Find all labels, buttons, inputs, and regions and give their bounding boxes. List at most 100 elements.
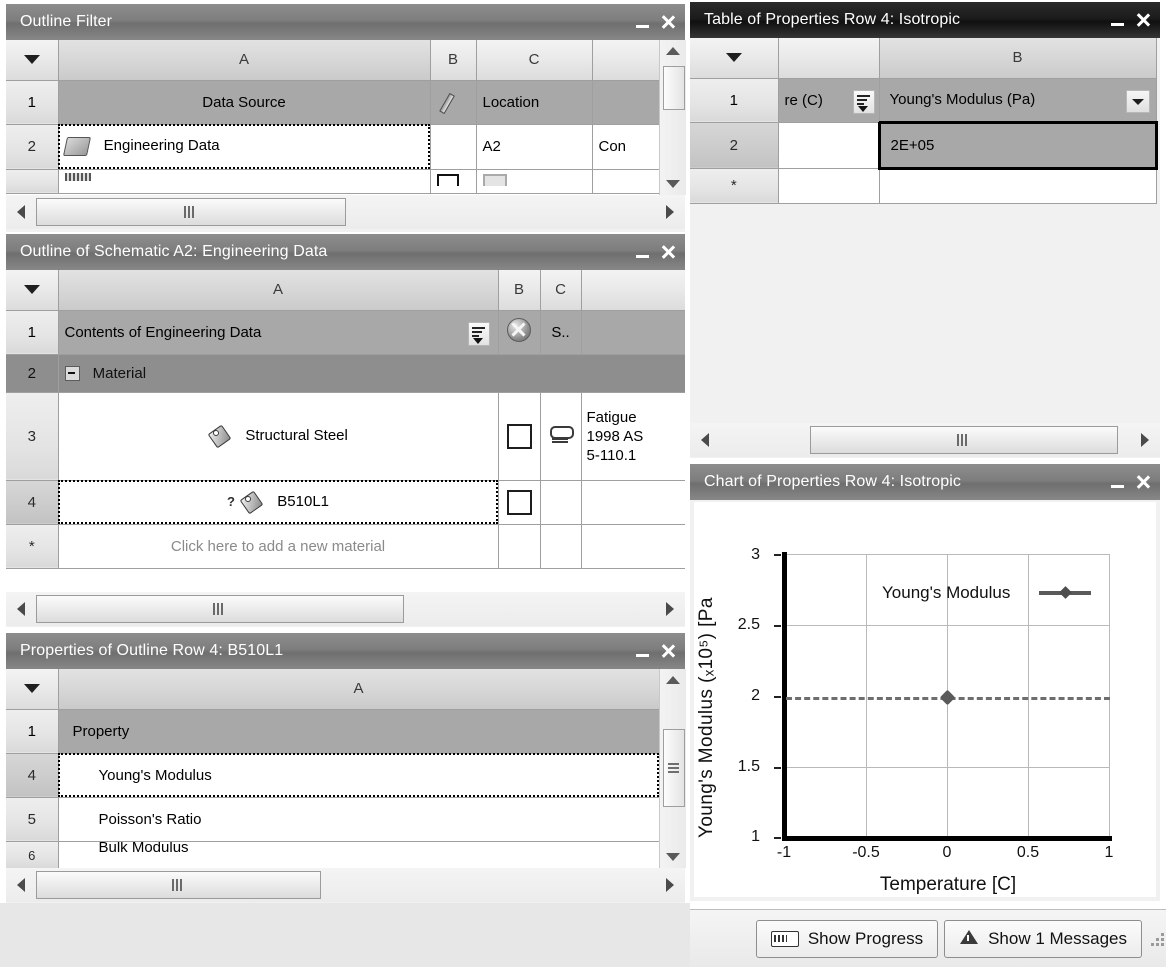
table-row[interactable]: 4 ? B510L1 [6, 480, 685, 525]
close-icon[interactable] [661, 244, 675, 260]
table-row[interactable]: 5 Poisson's Ratio [6, 797, 660, 842]
table-row[interactable]: 2 Engineering Data A2 Con [6, 124, 660, 170]
column-header-b[interactable]: B [430, 40, 477, 81]
scroll-down-arrow-icon[interactable] [660, 846, 686, 868]
cell-partial-a[interactable] [58, 169, 431, 194]
sort-filter-icon[interactable] [467, 321, 490, 346]
row-number[interactable]: 2 [690, 122, 779, 169]
table-row-partial[interactable] [6, 169, 660, 194]
cell-c-rowstar[interactable] [540, 524, 582, 569]
row-number[interactable]: * [6, 524, 59, 569]
scroll-left-arrow-icon[interactable] [6, 205, 36, 219]
cell-temperature-newrow[interactable] [778, 168, 880, 204]
row-number[interactable]: 2 [6, 124, 59, 170]
row-number[interactable]: 1 [690, 78, 779, 123]
column-header-c[interactable]: C [476, 40, 593, 81]
cell-checkbox-row3[interactable] [498, 392, 541, 481]
row-number[interactable]: * [690, 168, 779, 204]
column-header-c[interactable]: C [540, 270, 582, 311]
vscroll-thumb[interactable] [663, 729, 685, 807]
cell-partial-b[interactable] [430, 169, 477, 194]
cell-engineering-data[interactable]: Engineering Data [58, 124, 431, 170]
cell-add-new-material[interactable]: Click here to add a new material [58, 524, 499, 569]
cell-link-row3[interactable] [540, 392, 582, 481]
cell-b-rowstar[interactable] [498, 524, 541, 569]
table-row[interactable]: 4 Young's Modulus [6, 753, 660, 798]
column-header-blank[interactable] [778, 38, 880, 79]
table-row[interactable]: 2 2E+05 [690, 120, 1158, 170]
column-header-b[interactable]: B [498, 270, 541, 311]
outline-schematic-titlebar[interactable]: Outline of Schematic A2: Engineering Dat… [6, 234, 685, 270]
cell-d-rowstar[interactable] [581, 524, 685, 569]
table-row-partial[interactable]: 6 Bulk Modulus [6, 841, 660, 868]
corner-filter-cell[interactable] [6, 40, 59, 81]
dropdown-arrow-icon[interactable] [1125, 89, 1150, 113]
scroll-left-arrow-icon[interactable] [6, 602, 36, 616]
table-row[interactable]: 1 Property [6, 709, 660, 754]
column-header-d[interactable] [592, 40, 660, 81]
cell-checkbox-row4[interactable] [498, 480, 541, 525]
cell-x-ball[interactable] [498, 310, 541, 355]
row-number[interactable]: 4 [6, 753, 59, 798]
column-header-b[interactable]: B [879, 38, 1157, 79]
scroll-down-arrow-icon[interactable] [660, 173, 686, 195]
column-header-a[interactable]: A [58, 270, 499, 311]
cell-b510l1[interactable]: ? B510L1 [58, 480, 499, 525]
close-icon[interactable] [1136, 474, 1150, 490]
close-icon[interactable] [661, 643, 675, 659]
show-messages-button[interactable]: Show 1 Messages [944, 919, 1142, 958]
table-row[interactable]: 1 Contents of Engineering Data S.. [6, 310, 685, 355]
table-row[interactable]: 1 Data Source Location [6, 80, 660, 125]
outline-filter-hscrollbar[interactable] [6, 195, 685, 229]
cell-youngs-modulus[interactable]: Young's Modulus [58, 753, 660, 798]
table-properties-titlebar[interactable]: Table of Properties Row 4: Isotropic [690, 2, 1160, 38]
sort-filter-icon[interactable] [852, 89, 875, 114]
row-number[interactable]: 4 [6, 480, 59, 525]
minimize-icon[interactable] [1111, 485, 1124, 488]
minimize-icon[interactable] [636, 255, 649, 258]
checkbox-partial-icon[interactable] [436, 173, 459, 186]
table-row[interactable]: 3 Structural Steel Fatigue 1998 AS 5-110.1 [6, 392, 685, 481]
row-number[interactable]: 1 [6, 709, 59, 754]
table-row[interactable]: * Click here to add a new material [6, 524, 685, 569]
scroll-left-arrow-icon[interactable] [6, 878, 36, 892]
outline-filter-vscrollbar[interactable] [659, 40, 686, 195]
outline-filter-titlebar[interactable]: Outline Filter [6, 4, 685, 40]
minimize-icon[interactable] [636, 654, 649, 657]
cell-partial-c[interactable] [476, 169, 593, 194]
scroll-right-arrow-icon[interactable] [1130, 433, 1160, 447]
cell-location-a2[interactable]: A2 [476, 124, 593, 170]
cell-d-row2[interactable]: Con [592, 124, 660, 170]
cell-material-group[interactable]: Material [58, 354, 685, 393]
cell-partial-d[interactable] [592, 169, 660, 194]
minimize-icon[interactable] [1111, 23, 1124, 26]
scroll-right-arrow-icon[interactable] [655, 205, 685, 219]
row-number[interactable]: 6 [6, 841, 59, 868]
show-progress-button[interactable]: Show Progress [755, 919, 939, 958]
cell-c-row4[interactable] [540, 480, 582, 525]
cell-poissons-ratio[interactable]: Poisson's Ratio [58, 797, 660, 842]
checkbox-icon[interactable] [506, 489, 532, 515]
properties-outline-vscrollbar[interactable] [659, 669, 686, 868]
scroll-up-arrow-icon[interactable] [660, 669, 686, 691]
row-number[interactable]: 2 [6, 354, 59, 393]
table-row[interactable]: 2 Material [6, 354, 685, 393]
expander-collapse-icon[interactable] [64, 366, 80, 382]
column-header-a[interactable]: A [58, 669, 660, 710]
properties-outline-titlebar[interactable]: Properties of Outline Row 4: B510L1 [6, 633, 685, 669]
row-number[interactable]: 1 [6, 310, 59, 355]
table-properties-hscrollbar[interactable] [690, 423, 1160, 457]
hscroll-thumb[interactable] [36, 198, 346, 226]
cell-source-row3[interactable]: Fatigue 1998 AS 5-110.1 [581, 392, 685, 481]
minimize-icon[interactable] [636, 25, 649, 28]
scroll-right-arrow-icon[interactable] [655, 602, 685, 616]
corner-filter-cell[interactable] [690, 38, 779, 79]
hscroll-thumb[interactable] [36, 871, 321, 899]
corner-filter-cell[interactable] [6, 669, 59, 710]
properties-outline-hscrollbar[interactable] [6, 868, 685, 902]
cell-modulus-newrow[interactable] [879, 168, 1157, 204]
cell-d-row4[interactable] [581, 480, 685, 525]
vscroll-thumb[interactable] [663, 66, 685, 110]
outline-schematic-hscrollbar[interactable] [6, 592, 685, 626]
corner-filter-cell[interactable] [6, 270, 59, 311]
